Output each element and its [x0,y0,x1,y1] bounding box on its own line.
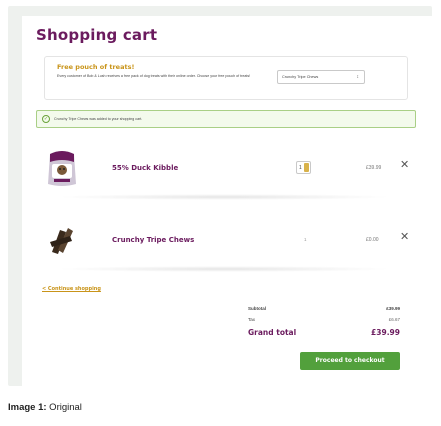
added-to-cart-notice: ✓ Crunchy Tripe Chews was added to your … [36,110,416,128]
subtotal-value: £39.99 [386,306,400,311]
grand-total-value: £39.99 [371,328,400,337]
tax-value: £6.67 [388,317,400,322]
remove-item-button[interactable]: ✕ [400,232,409,243]
cart-item-price: £0.00 [366,237,379,243]
grand-total-row: Grand total £39.99 [248,328,400,342]
check-circle-icon: ✓ [42,115,50,123]
row-divider [56,266,392,272]
remove-item-button[interactable]: ✕ [400,160,409,171]
promo-description: Every customer of Bob & Lush receives a … [57,74,251,78]
promo-title: Free pouch of treats! [57,63,135,71]
quantity-value: 1 [304,237,307,242]
tripe-chews-product-image[interactable] [44,222,80,258]
cart-item-name[interactable]: 55% Duck Kibble [112,164,178,172]
free-treats-promo: Free pouch of treats! Every customer of … [44,56,408,100]
duck-kibble-product-image[interactable] [44,148,80,188]
subtotal-row: Subtotal £39.99 [248,306,400,317]
caption-label: Image 1: [8,402,47,413]
continue-shopping-link[interactable]: < Continue shopping [42,286,101,292]
cart-page: Shopping cart Free pouch of treats! Ever… [22,16,432,386]
screenshot-frame: Shopping cart Free pouch of treats! Ever… [8,6,432,386]
cart-item-name[interactable]: Crunchy Tripe Chews [112,236,194,244]
grand-total-label: Grand total [248,328,297,337]
tax-label: Tax [248,317,256,322]
free-treat-select-value: Crunchy Tripe Chews [282,75,319,79]
cart-item-row: Crunchy Tripe Chews 1 £0.00 ✕ [36,210,416,272]
quantity-value: 1 [299,165,302,171]
subtotal-label: Subtotal [248,306,266,311]
tax-row: Tax £6.67 [248,317,400,328]
cart-item-price: £39.99 [366,165,382,171]
caption-text: Original [46,402,82,413]
notice-text: Crunchy Tripe Chews was added to your sh… [54,117,143,121]
quantity-stepper[interactable]: 1 [296,161,311,174]
row-divider [56,194,392,200]
image-caption: Image 1: Original [8,402,82,413]
cart-item-row: 55% Duck Kibble 1 £39.99 ✕ [36,138,416,200]
select-arrow-icon: ↕ [356,74,360,80]
page-title: Shopping cart [36,26,158,44]
proceed-to-checkout-button[interactable]: Proceed to checkout [300,352,400,370]
stepper-arrows-icon[interactable] [304,163,309,172]
free-treat-select[interactable]: Crunchy Tripe Chews ↕ [277,70,365,84]
order-totals: Subtotal £39.99 Tax £6.67 Grand total £3… [248,306,400,342]
